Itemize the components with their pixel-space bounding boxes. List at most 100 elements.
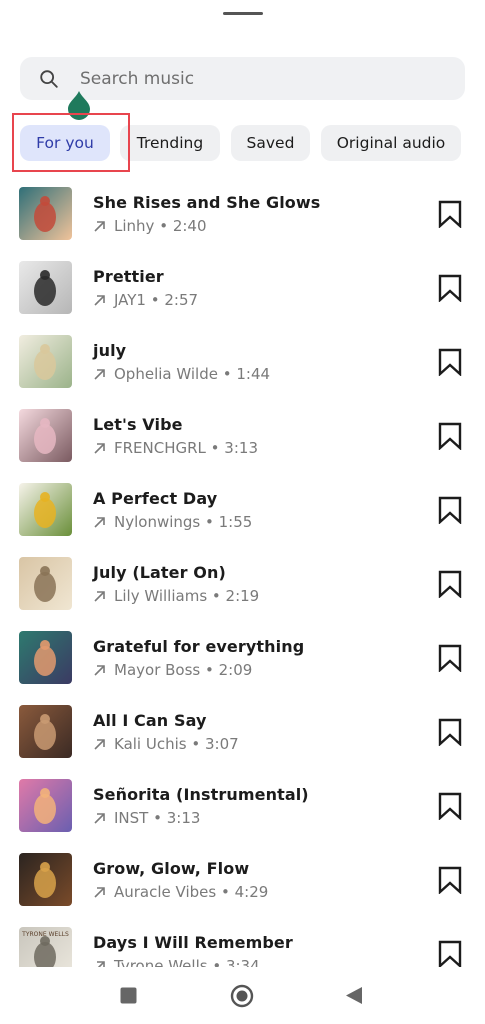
save-bookmark-button[interactable]: [438, 200, 462, 229]
track-artist: JAY1: [114, 291, 146, 309]
album-art-text: TYRONE WELLS: [21, 931, 69, 938]
bookmark-icon: [438, 274, 462, 303]
arrow-up-right-icon: [94, 368, 105, 380]
track-meta: Linhy • 2:40: [93, 217, 207, 235]
album-art-thumbnail[interactable]: [19, 853, 72, 906]
save-bookmark-button[interactable]: [438, 422, 462, 451]
album-art-thumbnail[interactable]: [19, 335, 72, 388]
back-triangle-icon[interactable]: [345, 986, 363, 1005]
save-bookmark-button[interactable]: [438, 866, 462, 895]
meta-separator: •: [207, 957, 226, 967]
track-title: Days I Will Remember: [93, 933, 293, 952]
track-row[interactable]: She Rises and She Glows Linhy • 2:40: [0, 180, 485, 254]
album-art-thumbnail[interactable]: [19, 631, 72, 684]
track-title: All I Can Say: [93, 711, 207, 730]
square-stop-icon[interactable]: [120, 987, 137, 1004]
meta-separator: •: [200, 513, 219, 531]
save-bookmark-button[interactable]: [438, 496, 462, 525]
album-art-thumbnail[interactable]: [19, 779, 72, 832]
track-duration: 2:57: [164, 291, 199, 309]
save-bookmark-button[interactable]: [438, 940, 462, 967]
arrow-up-right-icon: [94, 590, 105, 602]
track-artist: Auracle Vibes: [114, 883, 217, 901]
album-art-thumbnail[interactable]: [19, 557, 72, 610]
album-art-thumbnail[interactable]: [19, 409, 72, 462]
system-navigation-bar: [0, 967, 485, 1024]
track-row[interactable]: A Perfect Day Nylonwings • 1:55: [0, 476, 485, 550]
track-title: Let's Vibe: [93, 415, 183, 434]
meta-separator: •: [145, 291, 165, 309]
album-art-thumbnail[interactable]: [19, 705, 72, 758]
track-duration: 1:55: [218, 513, 253, 531]
track-meta: JAY1 • 2:57: [93, 291, 198, 309]
track-row[interactable]: Grateful for everything Mayor Boss • 2:09: [0, 624, 485, 698]
track-row[interactable]: July (Later On) Lily Williams • 2:19: [0, 550, 485, 624]
track-title: July (Later On): [93, 563, 226, 582]
track-duration: 3:34: [225, 957, 260, 967]
track-row[interactable]: Let's Vibe FRENCHGRL • 3:13: [0, 402, 485, 476]
selection-highlight-box: [12, 113, 130, 172]
save-bookmark-button[interactable]: [438, 570, 462, 599]
search-icon: [40, 69, 58, 88]
meta-separator: •: [148, 809, 167, 827]
meta-separator: •: [217, 365, 237, 383]
track-duration: 2:09: [218, 661, 253, 679]
track-meta: Lily Williams • 2:19: [93, 587, 259, 605]
track-artist: Mayor Boss: [114, 661, 201, 679]
track-meta: Ophelia Wilde • 1:44: [93, 365, 270, 383]
track-meta: Tyrone Wells • 3:34: [93, 957, 260, 967]
track-duration: 1:44: [236, 365, 271, 383]
bookmark-icon: [438, 866, 462, 895]
bookmark-icon: [438, 496, 462, 525]
track-list: She Rises and She Glows Linhy • 2:40 Prett…: [0, 180, 485, 967]
track-artist: Linhy: [114, 217, 155, 235]
track-artist: FRENCHGRL: [114, 439, 206, 457]
track-duration: 3:13: [166, 809, 201, 827]
home-circle-icon[interactable]: [230, 984, 254, 1008]
track-artist: Ophelia Wilde: [114, 365, 218, 383]
track-title: july: [93, 341, 127, 360]
save-bookmark-button[interactable]: [438, 718, 462, 747]
track-duration: 3:07: [204, 735, 239, 753]
meta-separator: •: [200, 661, 219, 679]
tab-trending[interactable]: Trending: [120, 125, 220, 161]
track-duration: 4:29: [234, 883, 269, 901]
meta-separator: •: [154, 217, 173, 235]
tab-original-audio[interactable]: Original audio: [321, 125, 461, 161]
track-row[interactable]: All I Can Say Kali Uchis • 3:07: [0, 698, 485, 772]
track-row[interactable]: Prettier JAY1 • 2:57: [0, 254, 485, 328]
track-row[interactable]: Señorita (Instrumental) INST • 3:13: [0, 772, 485, 846]
drag-handle[interactable]: [222, 12, 263, 15]
meta-separator: •: [205, 439, 225, 457]
bookmark-icon: [438, 570, 462, 599]
save-bookmark-button[interactable]: [438, 792, 462, 821]
album-art-thumbnail[interactable]: [19, 483, 72, 536]
bookmark-icon: [438, 940, 462, 967]
album-art-thumbnail[interactable]: TYRONE WELLS: [19, 927, 72, 967]
track-row[interactable]: TYRONE WELLS Days I Will Remember Tyrone W…: [0, 920, 485, 967]
meta-separator: •: [207, 587, 226, 605]
search-input[interactable]: [80, 68, 420, 89]
album-art-thumbnail[interactable]: [19, 261, 72, 314]
track-row[interactable]: july Ophelia Wilde • 1:44: [0, 328, 485, 402]
bookmark-icon: [438, 792, 462, 821]
track-artist: Nylonwings: [114, 513, 201, 531]
bookmark-icon: [438, 200, 462, 229]
track-row[interactable]: Grow, Glow, Flow Auracle Vibes • 4:29: [0, 846, 485, 920]
track-duration: 3:13: [224, 439, 258, 457]
track-duration: 2:40: [172, 217, 207, 235]
track-duration: 2:19: [225, 587, 260, 605]
bookmark-icon: [438, 644, 462, 673]
music-picker-sheet: For you Trending Saved Original audio Sh…: [0, 0, 485, 1024]
arrow-up-right-icon: [94, 664, 105, 676]
meta-separator: •: [186, 735, 205, 753]
save-bookmark-button[interactable]: [438, 644, 462, 673]
bookmark-icon: [438, 718, 462, 747]
tab-saved[interactable]: Saved: [231, 125, 310, 161]
album-art-thumbnail[interactable]: [19, 187, 72, 240]
track-title: Grateful for everything: [93, 637, 305, 656]
track-artist: INST: [114, 809, 149, 827]
track-artist: Tyrone Wells: [114, 957, 208, 967]
save-bookmark-button[interactable]: [438, 348, 462, 377]
save-bookmark-button[interactable]: [438, 274, 462, 303]
